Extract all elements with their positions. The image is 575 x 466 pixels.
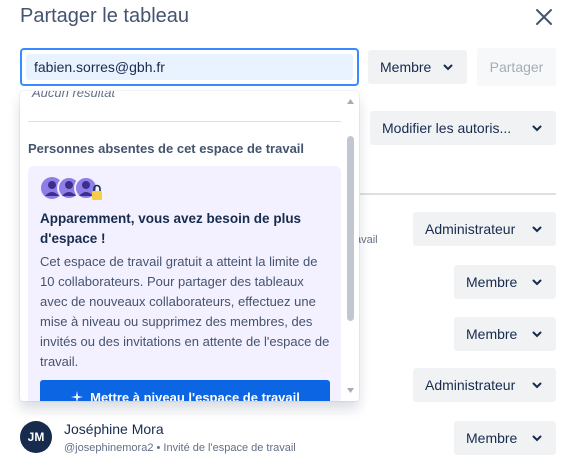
chevron-down-icon — [532, 435, 542, 442]
dropdown-scrollbar-thumb[interactable] — [347, 136, 354, 321]
section-divider — [360, 193, 556, 195]
avatar: JM — [20, 421, 52, 453]
suggestions-dropdown: Aucun résultat Personnes absentes de cet… — [20, 91, 359, 401]
sparkle-icon — [71, 391, 84, 401]
upgrade-button-label: Mettre à niveau l'espace de travail — [90, 389, 300, 402]
email-input[interactable] — [26, 54, 353, 80]
member-role-button[interactable]: Membre — [454, 421, 556, 455]
role-select-label: Membre — [380, 59, 432, 75]
dropdown-section-heading: Personnes absentes de cet espace de trav… — [28, 141, 305, 156]
chevron-down-icon — [532, 382, 542, 389]
member-subtitle: @josephinemora2 • Invité de l'espace de … — [64, 442, 296, 454]
role-select-button[interactable]: Membre — [368, 50, 467, 84]
permissions-label: Modifier les autoris... — [382, 120, 512, 136]
chevron-down-icon — [532, 226, 542, 233]
member-role-label: Membre — [466, 274, 518, 290]
chevron-down-icon — [532, 331, 542, 338]
share-button-label: Partager — [489, 59, 544, 75]
email-field[interactable] — [20, 48, 359, 86]
upsell-title: Apparemment, vous avez besoin de plus d'… — [40, 211, 302, 246]
dropdown-divider — [28, 121, 341, 122]
member-role-button[interactable]: Administrateur — [413, 212, 556, 246]
member-name: Joséphine Mora — [64, 421, 164, 437]
member-role-button[interactable]: Membre — [454, 265, 556, 299]
share-button[interactable]: Partager — [477, 48, 556, 86]
upgrade-workspace-button[interactable]: Mettre à niveau l'espace de travail — [40, 380, 330, 401]
chevron-down-icon — [532, 279, 542, 286]
chevron-down-icon — [443, 64, 453, 71]
member-role-button[interactable]: Membre — [454, 317, 556, 351]
upgrade-upsell-card: Apparemment, vous avez besoin de plus d'… — [28, 166, 341, 401]
member-role-label: Administrateur — [425, 377, 516, 393]
scroll-down-arrow-icon[interactable] — [346, 386, 355, 394]
member-role-button[interactable]: Administrateur — [413, 368, 556, 402]
no-result-text: Aucun résultat — [32, 91, 116, 100]
permissions-button[interactable]: Modifier les autoris... — [370, 111, 556, 145]
member-role-label: Administrateur — [425, 221, 516, 237]
dialog-title: Partager le tableau — [20, 5, 190, 27]
upsell-body: Cet espace de travail gratuit a atteint … — [40, 254, 330, 369]
chevron-down-icon — [532, 125, 542, 132]
scroll-up-arrow-icon[interactable] — [346, 97, 355, 105]
people-limit-icon — [41, 176, 102, 200]
member-role-label: Membre — [466, 326, 518, 342]
member-role-label: Membre — [466, 430, 518, 446]
close-icon[interactable] — [531, 4, 557, 30]
